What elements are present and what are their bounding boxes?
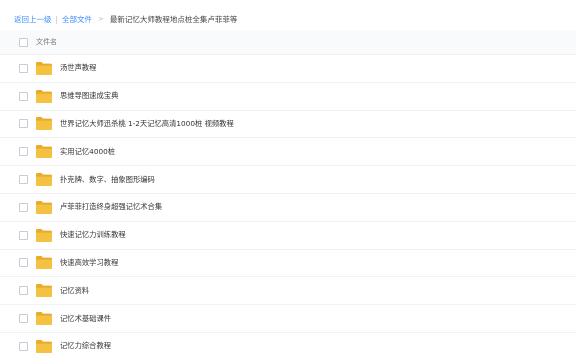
file-name[interactable]: 思维导图速成宝典 (60, 91, 118, 101)
folder-icon (36, 61, 52, 75)
file-name[interactable]: 实用记忆4000桩 (60, 147, 115, 157)
file-name[interactable]: 世界记忆大师迅杀桃 1-2天记忆高清1000桩 视频教程 (60, 119, 234, 129)
row-checkbox[interactable] (19, 91, 28, 101)
row-checkbox[interactable] (19, 230, 28, 240)
folder-icon (36, 339, 52, 353)
folder-icon (36, 145, 52, 159)
folder-icon (36, 284, 52, 298)
folder-icon (36, 256, 52, 270)
file-browser: 返回上一级 | 全部文件 > 最新记忆大师教程地点桩全集卢菲菲等 文件名 汤世声… (0, 0, 576, 356)
file-name[interactable]: 记忆资料 (60, 286, 89, 296)
folder-icon (36, 117, 52, 131)
row-checkbox[interactable] (19, 119, 28, 129)
folder-icon (36, 228, 52, 242)
table-row[interactable]: 记忆术基础课件 (0, 305, 576, 333)
row-checkbox[interactable] (19, 286, 28, 296)
folder-icon (36, 200, 52, 214)
file-list: 文件名 汤世声教程思维导图速成宝典世界记忆大师迅杀桃 1-2天记忆高清1000桩… (0, 30, 576, 356)
row-checkbox[interactable] (19, 202, 28, 212)
row-checkbox[interactable] (19, 314, 28, 324)
breadcrumb: 返回上一级 | 全部文件 > 最新记忆大师教程地点桩全集卢菲菲等 (14, 12, 237, 26)
file-rows: 汤世声教程思维导图速成宝典世界记忆大师迅杀桃 1-2天记忆高清1000桩 视频教… (0, 55, 576, 356)
table-row[interactable]: 记忆力综合教程 (0, 333, 576, 356)
table-row[interactable]: 扑克牌、数字、抽象图形编码 (0, 166, 576, 194)
breadcrumb-separator: | (55, 14, 59, 24)
row-checkbox[interactable] (19, 175, 28, 185)
file-name[interactable]: 汤世声教程 (60, 63, 96, 73)
table-row[interactable]: 记忆资料 (0, 277, 576, 306)
current-folder-title: 最新记忆大师教程地点桩全集卢菲菲等 (109, 14, 238, 24)
file-name[interactable]: 快速高效学习教程 (60, 258, 118, 268)
file-name[interactable]: 卢菲菲打造终身超强记忆术合集 (60, 202, 162, 212)
folder-icon (36, 89, 52, 103)
row-checkbox[interactable] (19, 341, 28, 351)
file-name[interactable]: 记忆力综合教程 (60, 341, 111, 351)
table-row[interactable]: 实用记忆4000桩 (0, 138, 576, 167)
back-link[interactable]: 返回上一级 (14, 14, 52, 25)
table-row[interactable]: 汤世声教程 (0, 55, 576, 83)
table-row[interactable]: 世界记忆大师迅杀桃 1-2天记忆高清1000桩 视频教程 (0, 111, 576, 139)
breadcrumb-arrow-icon: > (98, 15, 104, 23)
table-row[interactable]: 快速记忆力训练教程 (0, 222, 576, 250)
file-list-header: 文件名 (0, 30, 576, 55)
table-row[interactable]: 思维导图速成宝典 (0, 83, 576, 111)
file-name[interactable]: 记忆术基础课件 (60, 314, 111, 324)
select-all-checkbox[interactable] (19, 37, 28, 47)
row-checkbox[interactable] (19, 258, 28, 268)
row-checkbox[interactable] (19, 63, 28, 73)
file-name[interactable]: 扑克牌、数字、抽象图形编码 (60, 175, 155, 185)
table-row[interactable]: 快速高效学习教程 (0, 250, 576, 278)
folder-icon (36, 312, 52, 326)
column-header-filename[interactable]: 文件名 (36, 37, 57, 47)
table-row[interactable]: 卢菲菲打造终身超强记忆术合集 (0, 194, 576, 222)
all-files-link[interactable]: 全部文件 (62, 14, 92, 25)
folder-icon (36, 173, 52, 187)
file-name[interactable]: 快速记忆力训练教程 (60, 230, 126, 240)
row-checkbox[interactable] (19, 147, 28, 157)
